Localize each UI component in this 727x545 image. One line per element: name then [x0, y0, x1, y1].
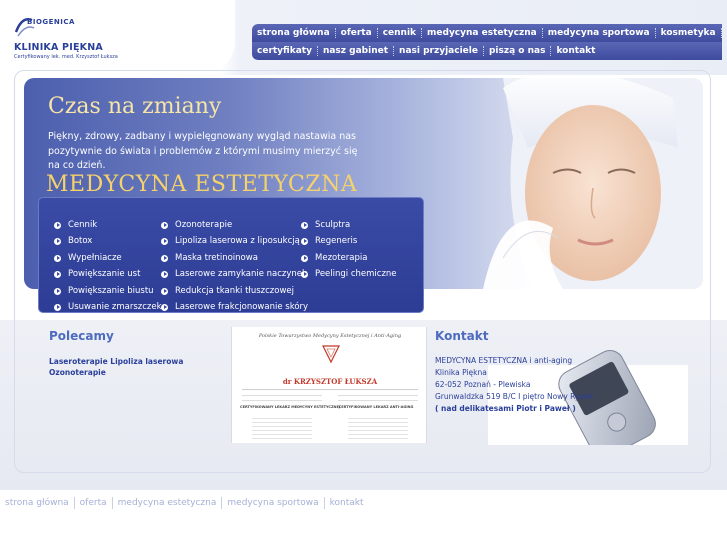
submenu-item-sculptra[interactable]: Sculptra	[301, 220, 350, 230]
arrow-bullet-icon	[54, 254, 61, 262]
kontakt-line: MEDYCYNA ESTETYCZNA i anti-aging	[435, 356, 573, 365]
polecamy-link-ozonoterapie[interactable]: Ozonoterapie	[49, 368, 106, 377]
mobile-phone-image	[488, 350, 688, 445]
polecamy-link-laseroterapie[interactable]: Laseroterapie Lipoliza laserowa	[49, 357, 183, 366]
submenu-item-powiekszanie-biustu[interactable]: Powiększanie biustu	[54, 286, 154, 296]
submenu-item-zamykanie-naczynek[interactable]: Laserowe zamykanie naczynek	[161, 269, 307, 279]
arrow-bullet-icon	[161, 270, 168, 278]
submenu-item-usuwanie-zmarszczek[interactable]: Usuwanie zmarszczek	[54, 302, 162, 312]
submenu-item-mezoterapia[interactable]: Mezoterapia	[301, 253, 367, 263]
arrow-bullet-icon	[54, 237, 61, 245]
arrow-bullet-icon	[161, 237, 168, 245]
nav-nasz-gabinet[interactable]: nasz gabinet	[318, 46, 393, 56]
site-logo[interactable]: BIOGENICA KLINIKA PIĘKNA Certyfikowany l…	[14, 14, 134, 62]
main-nav-row-2: certyfikaty nasz gabinet nasi przyjaciel…	[252, 42, 722, 60]
footer-link-kontakt[interactable]: kontakt	[325, 498, 369, 508]
hero-title: Czas na zmiany	[48, 94, 222, 119]
footer-link-medycyna-sportowa[interactable]: medycyna sportowa	[222, 498, 323, 508]
nav-separator	[720, 28, 722, 38]
arrow-bullet-icon	[301, 270, 308, 278]
certificate-signatures	[348, 415, 408, 439]
nav-strona-glowna[interactable]: strona główna	[252, 28, 335, 38]
submenu-item-ozonoterapie[interactable]: Ozonoterapie	[161, 220, 232, 230]
treatment-submenu: Cennik Botox Wypełniacze Powiększanie us…	[38, 197, 424, 313]
arrow-bullet-icon	[161, 287, 168, 295]
submenu-item-botox[interactable]: Botox	[54, 236, 92, 246]
nav-kosmetyka[interactable]: kosmetyka	[656, 28, 721, 38]
nav-certyfikaty[interactable]: certyfikaty	[252, 46, 317, 56]
arrow-bullet-icon	[161, 254, 168, 262]
nav-nasi-przyjaciele[interactable]: nasi przyjaciele	[394, 46, 483, 56]
kontakt-line: Grunwaldzka 519 B/C I piętro Nowy Rynek	[435, 392, 594, 401]
certificate-name: dr KRZYSZTOF ŁUKSZA	[282, 377, 378, 386]
certificate-lines	[242, 395, 322, 401]
footer-link-strona-glowna[interactable]: strona główna	[0, 498, 74, 508]
certificate-image[interactable]: Polskie Towarzystwo Medycyny Estetycznej…	[231, 327, 427, 443]
arrow-bullet-icon	[54, 221, 61, 229]
submenu-item-cennik[interactable]: Cennik	[54, 220, 97, 230]
arrow-bullet-icon	[301, 221, 308, 229]
arrow-bullet-icon	[301, 254, 308, 262]
arrow-bullet-icon	[54, 303, 61, 311]
submenu-item-powiekszanie-ust[interactable]: Powiększanie ust	[54, 269, 140, 279]
certificate-org: Polskie Towarzystwo Medycyny Estetycznej…	[258, 333, 402, 339]
arrow-bullet-icon	[161, 221, 168, 229]
submenu-item-regeneris[interactable]: Regeneris	[301, 236, 357, 246]
nav-kontakt[interactable]: kontakt	[551, 46, 600, 56]
main-nav-row-1: strona główna oferta cennik medycyna est…	[252, 24, 722, 42]
logo-brand: BIOGENICA	[27, 18, 75, 26]
nav-medycyna-sportowa[interactable]: medycyna sportowa	[543, 28, 655, 38]
submenu-item-wypelniacze[interactable]: Wypełniacze	[54, 253, 122, 263]
certificate-right-heading: CERTYFIKOWANY LEKARZ ANTI-AGING	[338, 405, 414, 409]
submenu-item-lipoliza[interactable]: Lipoliza laserowa z liposukcją	[161, 236, 300, 246]
nav-oferta[interactable]: oferta	[336, 28, 377, 38]
kontakt-title: Kontakt	[435, 329, 489, 343]
arrow-bullet-icon	[161, 303, 168, 311]
submenu-item-redukcja-tkanki[interactable]: Redukcja tkanki tłuszczowej	[161, 286, 294, 296]
nav-medycyna-estetyczna[interactable]: medycyna estetyczna	[422, 28, 542, 38]
nav-pisza-o-nas[interactable]: piszą o nas	[484, 46, 550, 56]
nav-cennik[interactable]: cennik	[378, 28, 421, 38]
footer-nav: strona główna oferta medycyna estetyczna…	[0, 497, 369, 509]
kontakt-line: Klinika Piękna	[435, 368, 487, 377]
certificate-lines	[338, 395, 418, 401]
arrow-bullet-icon	[301, 237, 308, 245]
certificate-signatures	[252, 415, 312, 439]
kontakt-line: ( nad delikatesami Piotr i Paweł )	[435, 404, 576, 413]
footer-link-medycyna-estetyczna[interactable]: medycyna estetyczna	[113, 498, 222, 508]
submenu-item-maska[interactable]: Maska tretinoinowa	[161, 253, 258, 263]
logo-name: KLINIKA PIĘKNA	[14, 42, 103, 53]
logo-subtitle: Certyfikowany lek. med. Krzysztof Łuksza	[14, 54, 118, 60]
hero-text: Piękny, zdrowy, zadbany i wypielęgnowany…	[48, 131, 358, 171]
hero-woman-photo	[483, 78, 703, 289]
certificate-left-heading: CERTYFIKOWANY LEKARZ MEDYCYNY ESTETYCZNE…	[240, 405, 341, 409]
footer-link-oferta[interactable]: oferta	[75, 498, 112, 508]
submenu-item-peelingi[interactable]: Peelingi chemiczne	[301, 269, 397, 279]
certificate-divider	[242, 389, 418, 390]
arrow-bullet-icon	[54, 270, 61, 278]
certificate-emblem-icon	[322, 345, 340, 364]
kontakt-line: 62-052 Poznań - Plewiska	[435, 380, 531, 389]
hero-subtitle: MEDYCYNA ESTETYCZNA	[46, 172, 358, 197]
polecamy-title: Polecamy	[49, 329, 114, 343]
submenu-item-frakcjonowanie[interactable]: Laserowe frakcjonowanie skóry	[161, 302, 308, 312]
arrow-bullet-icon	[54, 287, 61, 295]
